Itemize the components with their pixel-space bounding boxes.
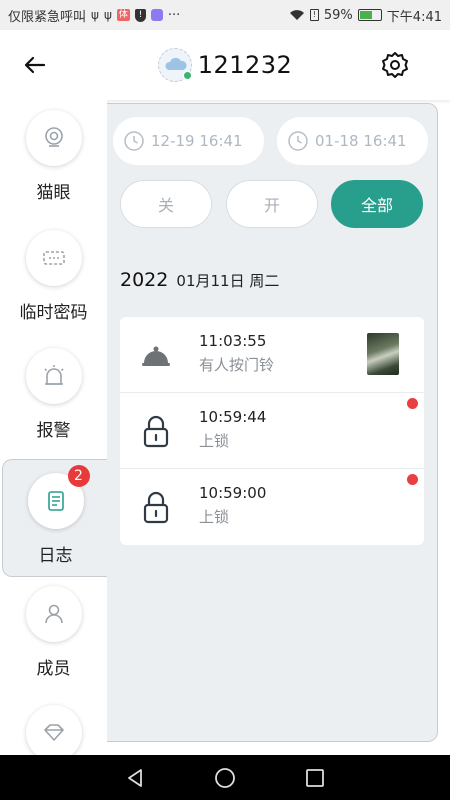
snapshot-thumbnail[interactable] bbox=[367, 333, 399, 375]
user-icon bbox=[44, 604, 63, 624]
start-date-value: 12-19 16:41 bbox=[151, 132, 243, 150]
peephole-camera-icon bbox=[44, 127, 63, 147]
battery-percent: 59% bbox=[323, 7, 353, 23]
log-time: 11:03:55 bbox=[199, 332, 267, 350]
app-header: 121232 bbox=[0, 30, 450, 100]
sidebar-icon-circle bbox=[25, 230, 82, 286]
start-date-picker[interactable]: 12-19 16:41 bbox=[113, 117, 264, 165]
log-time: 10:59:44 bbox=[199, 408, 267, 426]
sidebar-icon-circle bbox=[25, 110, 82, 166]
list-item[interactable]: 10:59:00 上锁 bbox=[120, 469, 424, 545]
filter-all-button[interactable]: 全部 bbox=[331, 180, 423, 228]
device-title: 121232 bbox=[157, 48, 293, 82]
notification-box-icon: 体 bbox=[116, 9, 130, 21]
unread-badge: 2 bbox=[67, 465, 90, 487]
log-description: 有人按门铃 bbox=[199, 356, 275, 374]
status-bar: 仅限紧急呼叫 ψ ψ 体 ! ··· ! 59% 下午4:41 bbox=[0, 0, 450, 30]
log-panel: 12-19 16:41 01-18 16:41 关 开 全部 2022 01月1… bbox=[107, 103, 438, 742]
sidebar-item-label: 报警 bbox=[36, 421, 71, 441]
recents-square-icon[interactable] bbox=[304, 767, 326, 789]
log-description: 上锁 bbox=[199, 432, 230, 450]
sidebar-item-peephole[interactable]: 猫眼 bbox=[0, 110, 107, 203]
gear-icon[interactable] bbox=[380, 50, 410, 80]
alarm-icon bbox=[43, 365, 64, 385]
clock-icon bbox=[288, 131, 308, 151]
clock-icon bbox=[124, 131, 144, 151]
log-date-heading: 2022 01月11日 周二 bbox=[120, 269, 279, 291]
app-icon bbox=[150, 9, 163, 21]
back-triangle-icon[interactable] bbox=[124, 767, 146, 789]
lock-icon bbox=[143, 415, 169, 448]
sidebar-item-vip[interactable] bbox=[0, 705, 107, 761]
carrier-text: 仅限紧急呼叫 bbox=[8, 9, 87, 25]
sidebar-item-label: 日志 bbox=[38, 546, 73, 566]
battery-icon bbox=[357, 9, 382, 21]
sim-icon: ! bbox=[309, 9, 319, 21]
end-date-value: 01-18 16:41 bbox=[315, 132, 407, 150]
sidebar-item-temp-password[interactable]: 临时密码 bbox=[0, 230, 107, 323]
filter-open-button[interactable]: 开 bbox=[226, 180, 318, 228]
sidebar: 猫眼 临时密码 报警 2 日志 成员 bbox=[0, 100, 108, 761]
status-bar-right: ! 59% 下午4:41 bbox=[289, 6, 442, 25]
arrow-left-icon[interactable] bbox=[20, 50, 50, 80]
sidebar-item-log[interactable]: 2 日志 bbox=[2, 459, 108, 577]
sidebar-icon-circle bbox=[25, 586, 82, 642]
log-time: 10:59:00 bbox=[199, 484, 267, 502]
list-item[interactable]: 10:59:44 上锁 bbox=[120, 393, 424, 469]
system-nav-bar bbox=[0, 755, 450, 800]
sidebar-icon-circle bbox=[25, 705, 82, 761]
log-icon bbox=[47, 491, 64, 511]
log-date: 01月11日 周二 bbox=[176, 272, 280, 290]
log-year: 2022 bbox=[120, 269, 169, 291]
page-title: 121232 bbox=[197, 51, 293, 79]
shield-icon: ! bbox=[134, 8, 146, 22]
home-circle-icon[interactable] bbox=[214, 767, 236, 789]
sidebar-item-label: 临时密码 bbox=[19, 303, 88, 323]
unread-dot bbox=[407, 398, 418, 409]
usb-icon: ψ bbox=[103, 8, 112, 22]
filter-closed-button[interactable]: 关 bbox=[120, 180, 212, 228]
clock: 下午4:41 bbox=[386, 9, 442, 25]
online-indicator bbox=[182, 71, 192, 80]
lock-icon bbox=[143, 491, 169, 524]
usb-icon: ψ bbox=[91, 8, 99, 22]
list-item[interactable]: 11:03:55 有人按门铃 bbox=[120, 317, 424, 393]
sidebar-item-alarm[interactable]: 报警 bbox=[0, 348, 107, 441]
more-icon: ··· bbox=[167, 7, 181, 23]
sidebar-item-label: 猫眼 bbox=[36, 183, 71, 203]
wifi-icon bbox=[289, 10, 304, 20]
doorbell-icon bbox=[142, 346, 170, 366]
device-avatar bbox=[157, 48, 192, 82]
log-description: 上锁 bbox=[199, 508, 230, 526]
end-date-picker[interactable]: 01-18 16:41 bbox=[277, 117, 428, 165]
sidebar-icon-circle bbox=[25, 348, 82, 404]
sidebar-icon-circle: 2 bbox=[27, 465, 90, 529]
status-bar-left: 仅限紧急呼叫 ψ ψ 体 ! ··· bbox=[8, 6, 180, 25]
unread-dot bbox=[407, 474, 418, 485]
sidebar-item-label: 成员 bbox=[36, 659, 71, 679]
diamond-icon bbox=[43, 724, 64, 741]
password-icon bbox=[42, 251, 65, 265]
log-list: 11:03:55 有人按门铃 10:59:44 上锁 10:59:00 上锁 bbox=[120, 317, 424, 545]
sidebar-item-members[interactable]: 成员 bbox=[0, 586, 107, 679]
